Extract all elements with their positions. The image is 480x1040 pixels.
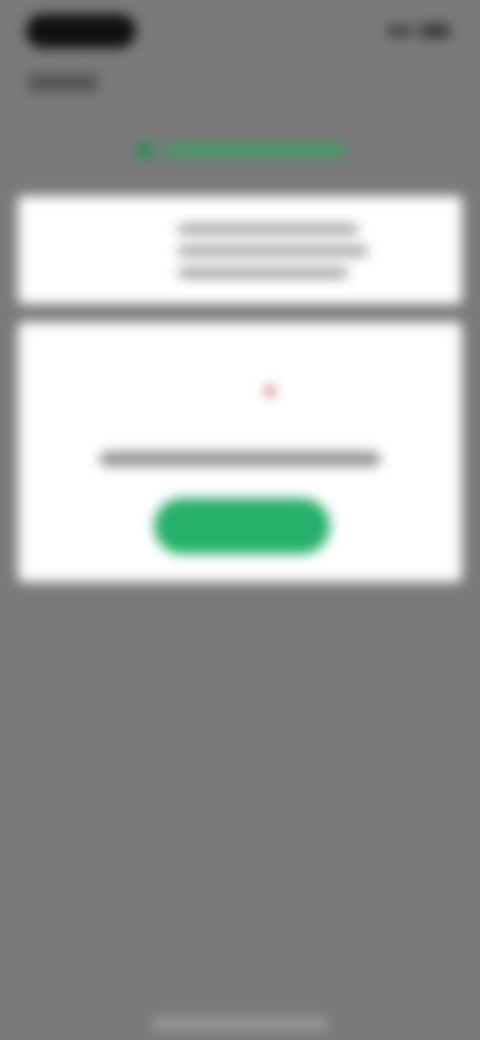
banner-text — [164, 144, 346, 156]
banner-check-icon — [136, 141, 154, 159]
top-card-line-1 — [178, 224, 358, 234]
marker-dot — [265, 386, 275, 396]
back-link[interactable] — [28, 74, 98, 92]
signal-icon — [388, 26, 412, 36]
main-card-message — [100, 452, 380, 466]
top-banner — [136, 138, 346, 162]
top-card-line-2 — [178, 246, 368, 256]
home-indicator[interactable] — [152, 1018, 328, 1030]
status-time — [26, 14, 136, 48]
main-card — [18, 322, 462, 582]
top-card — [18, 196, 462, 304]
blurred-screen-overlay — [0, 0, 480, 1040]
primary-action-button[interactable] — [154, 498, 330, 554]
top-card-line-3 — [178, 268, 348, 278]
status-icons — [360, 22, 450, 40]
battery-icon — [420, 24, 450, 38]
status-bar — [0, 0, 480, 70]
